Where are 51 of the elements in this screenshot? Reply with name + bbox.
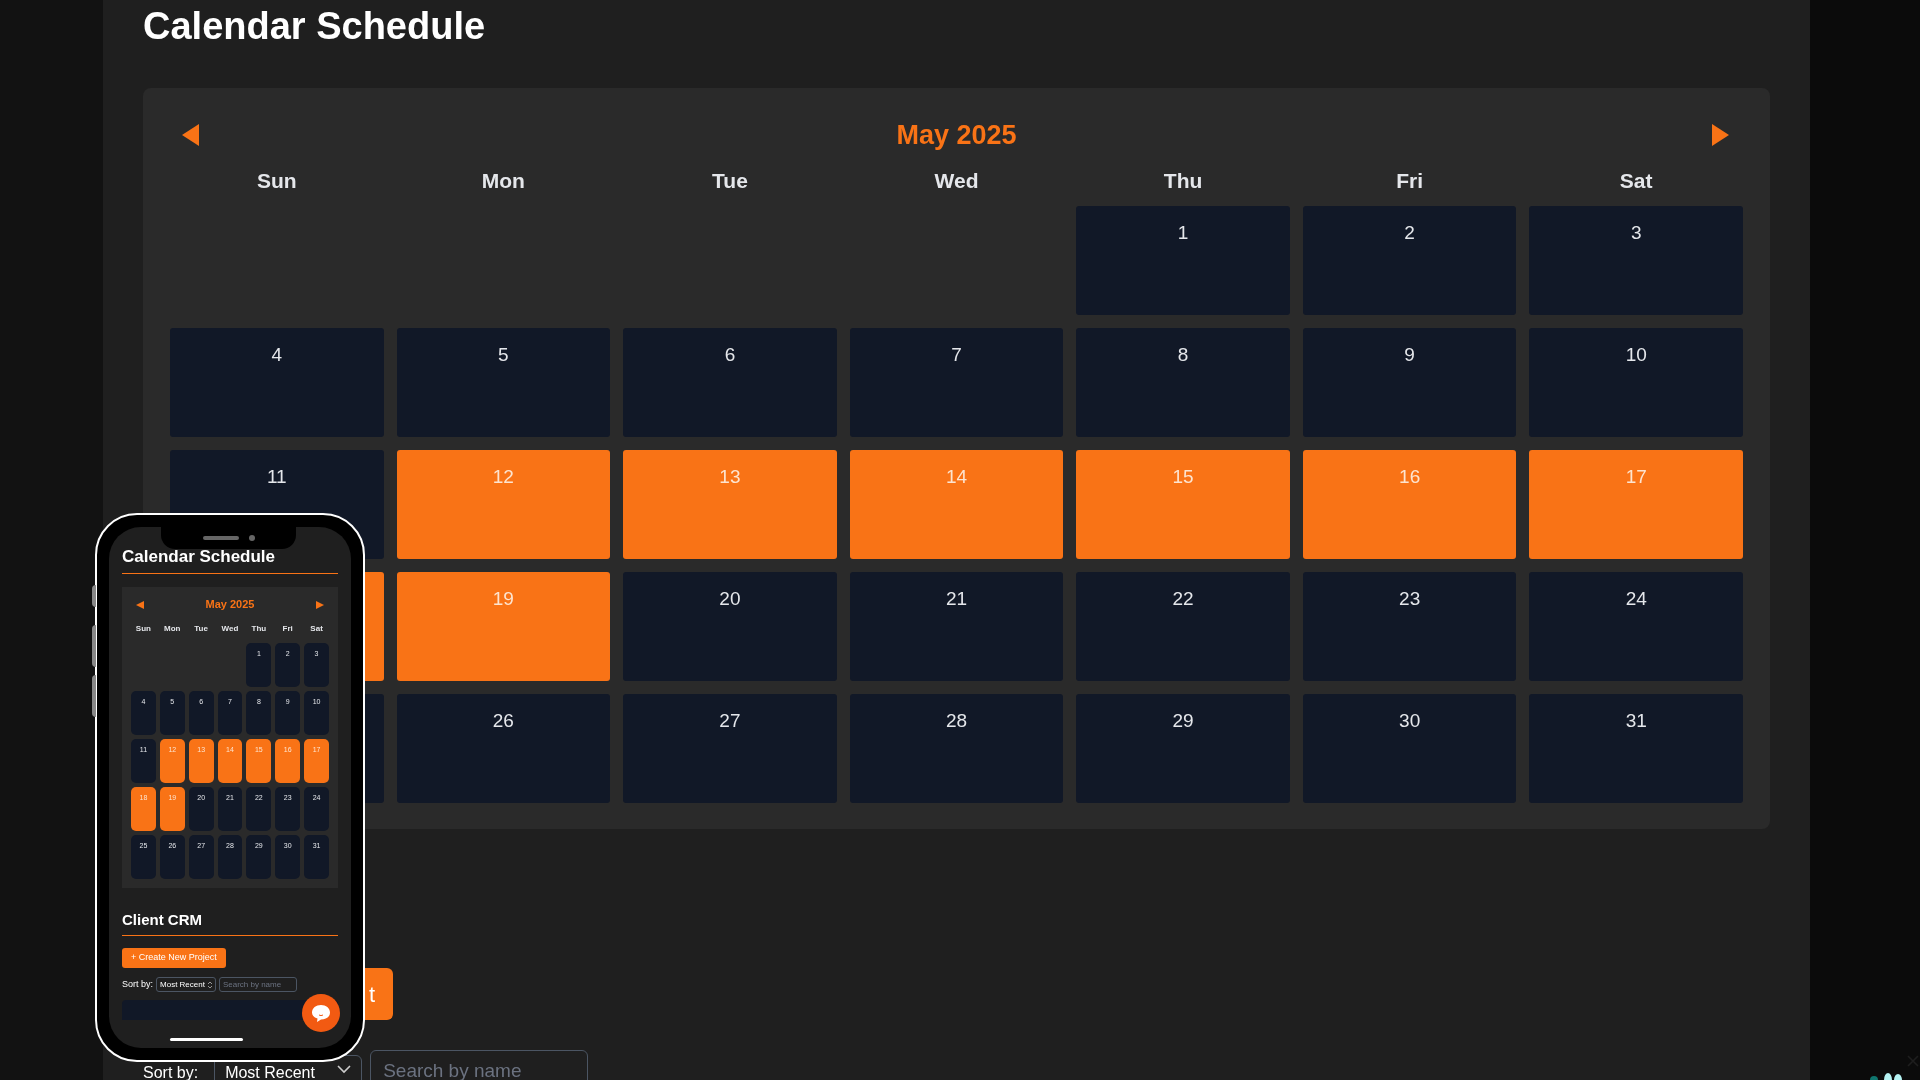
day-cell[interactable]: 9 (1302, 328, 1517, 437)
day-cell[interactable]: 31 (1529, 694, 1743, 803)
weekday-label: Mon (164, 622, 181, 635)
chat-button[interactable] (302, 994, 340, 1032)
weekday-label: Tue (712, 168, 748, 195)
month-title: May 2025 (896, 118, 1017, 152)
weekday-label: Thu (1163, 168, 1203, 195)
day-cell[interactable]: 3 (1529, 206, 1743, 315)
day-cell[interactable]: 22 (1076, 572, 1290, 681)
day-cell[interactable]: 23 (1302, 572, 1517, 681)
weekday-label: Tue (194, 622, 208, 635)
day-cell[interactable]: 7 (849, 328, 1064, 437)
chat-bubble-icon (312, 1004, 330, 1022)
day-cell[interactable]: 29 (1076, 694, 1290, 803)
day-cell[interactable]: 20 (623, 572, 837, 681)
sort-select[interactable]: Most Recent (156, 977, 216, 992)
weekday-label: Wed (934, 168, 979, 195)
day-cell[interactable]: 27 (623, 694, 837, 803)
day-cell[interactable]: 26 (396, 694, 611, 803)
search-field[interactable]: Search by name (218, 977, 297, 992)
weekday-label: Wed (221, 622, 239, 635)
month-title: May 2025 (205, 597, 255, 613)
weekday-label: Sun (256, 168, 297, 195)
sort-label: Sort by: (122, 977, 153, 991)
page-title: Calendar Schedule (143, 4, 486, 49)
weekday-label: Sat (310, 622, 323, 635)
day-cell[interactable]: 1 (1076, 206, 1290, 315)
day-cell[interactable]: 28 (849, 694, 1064, 803)
day-cell[interactable]: 5 (396, 328, 611, 437)
weekday-label: Thu (251, 622, 267, 635)
next-month-button[interactable] (316, 599, 324, 610)
day-cell[interactable]: 10 (1529, 328, 1743, 437)
day-cell[interactable]: 8 (1076, 328, 1290, 437)
next-month-button[interactable] (1711, 123, 1731, 147)
phone-section-title: Client CRM (122, 909, 202, 930)
previous-month-button[interactable] (182, 123, 202, 147)
day-cell[interactable]: 21 (849, 572, 1064, 681)
day-cell[interactable]: 24 (1529, 572, 1743, 681)
day-cell[interactable]: 6 (623, 328, 837, 437)
day-cell[interactable]: 4 (170, 328, 384, 437)
day-cell[interactable]: 2 (1302, 206, 1517, 315)
weekday-label: Mon (481, 168, 525, 195)
chevron-down-icon (337, 1065, 352, 1074)
weekday-label: Sat (1619, 168, 1653, 195)
sort-arrows-icon (207, 981, 212, 988)
weekday-label: Sun (135, 622, 151, 635)
weekday-label: Fri (282, 622, 293, 635)
chat-widget-icon[interactable] (1870, 1073, 1904, 1080)
weekday-label: Fri (1396, 168, 1424, 195)
day-cell[interactable]: 30 (1302, 694, 1517, 803)
previous-month-button[interactable] (136, 599, 144, 610)
